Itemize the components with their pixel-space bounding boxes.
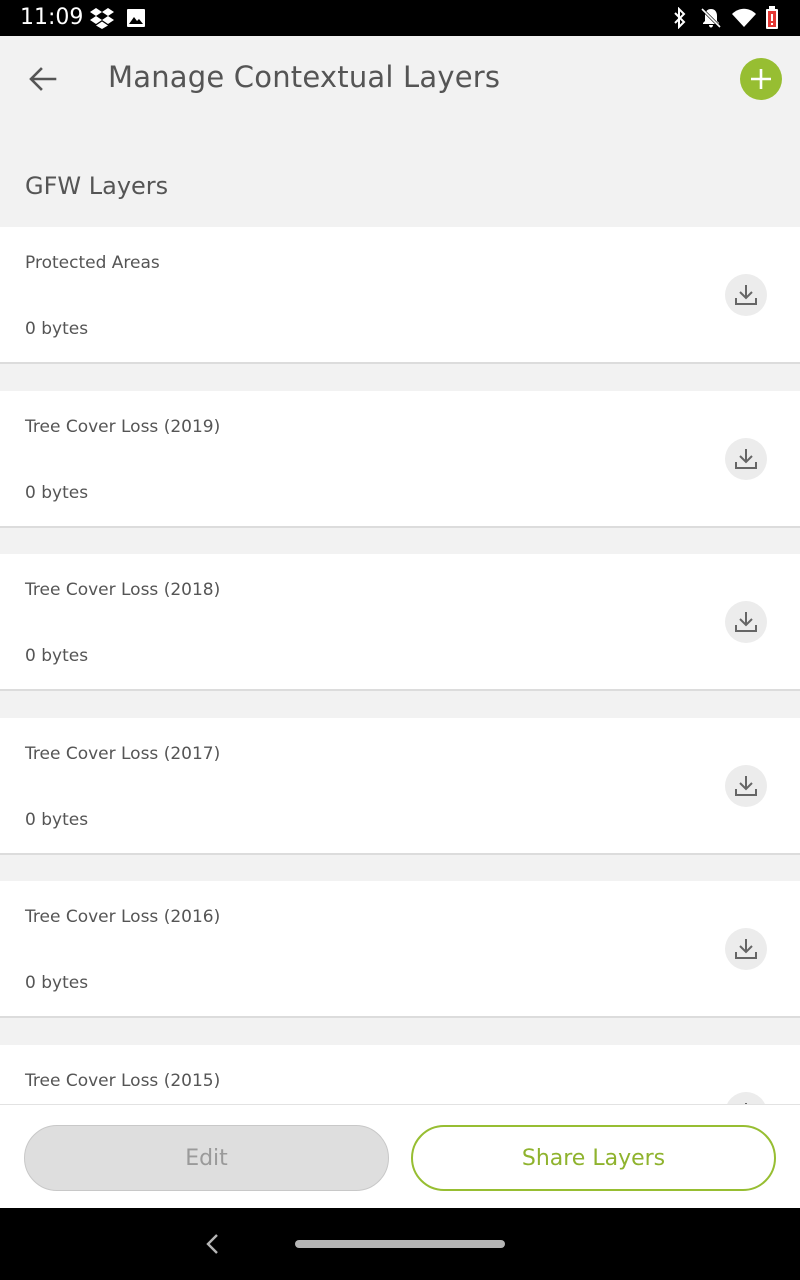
arrow-back-icon (29, 67, 57, 91)
download-icon (735, 939, 757, 959)
edit-button[interactable]: Edit (24, 1125, 389, 1191)
layer-name: Tree Cover Loss (2018) (25, 580, 221, 600)
download-icon (735, 612, 757, 632)
download-icon (735, 285, 757, 305)
list-item[interactable]: Tree Cover Loss (2018) 0 bytes (0, 554, 800, 691)
list-item[interactable]: Tree Cover Loss (2017) 0 bytes (0, 718, 800, 855)
wifi-icon (732, 6, 756, 30)
section-title: GFW Layers (25, 172, 169, 200)
bluetooth-icon (668, 6, 692, 30)
app-bar: Manage Contextual Layers (0, 36, 800, 120)
layer-name: Tree Cover Loss (2015) (25, 1071, 221, 1091)
download-button[interactable] (725, 928, 767, 970)
layer-name: Protected Areas (25, 253, 160, 273)
page-title: Manage Contextual Layers (108, 60, 501, 94)
layer-size: 0 bytes (25, 319, 89, 339)
layer-size: 0 bytes (25, 483, 89, 503)
layer-size: 0 bytes (25, 646, 89, 666)
list-item[interactable]: Protected Areas 0 bytes (0, 227, 800, 364)
battery-low-icon (760, 6, 784, 30)
nav-back-button[interactable] (200, 1230, 224, 1258)
chevron-left-icon (206, 1234, 218, 1254)
download-button[interactable] (725, 601, 767, 643)
layer-size: 0 bytes (25, 810, 89, 830)
home-handle[interactable] (295, 1240, 505, 1248)
plus-icon (751, 69, 771, 89)
layer-name: Tree Cover Loss (2017) (25, 744, 221, 764)
layer-size: 0 bytes (25, 973, 89, 993)
notifications-off-icon (699, 6, 723, 30)
back-button[interactable] (22, 58, 64, 100)
list-item[interactable]: Tree Cover Loss (2016) 0 bytes (0, 881, 800, 1018)
add-layer-button[interactable] (740, 58, 782, 100)
download-button[interactable] (725, 274, 767, 316)
status-time: 11:09 (20, 5, 84, 30)
image-icon (124, 6, 148, 30)
status-bar: 11:09 (0, 0, 800, 36)
share-layers-button[interactable]: Share Layers (411, 1125, 776, 1191)
list-item[interactable]: Tree Cover Loss (2019) 0 bytes (0, 391, 800, 528)
download-icon (735, 776, 757, 796)
layer-name: Tree Cover Loss (2019) (25, 417, 221, 437)
dropbox-icon (90, 6, 114, 30)
bottom-action-bar: Edit Share Layers (0, 1104, 800, 1208)
layer-name: Tree Cover Loss (2016) (25, 907, 221, 927)
system-nav-bar (0, 1208, 800, 1280)
download-button[interactable] (725, 765, 767, 807)
download-icon (735, 449, 757, 469)
download-button[interactable] (725, 438, 767, 480)
